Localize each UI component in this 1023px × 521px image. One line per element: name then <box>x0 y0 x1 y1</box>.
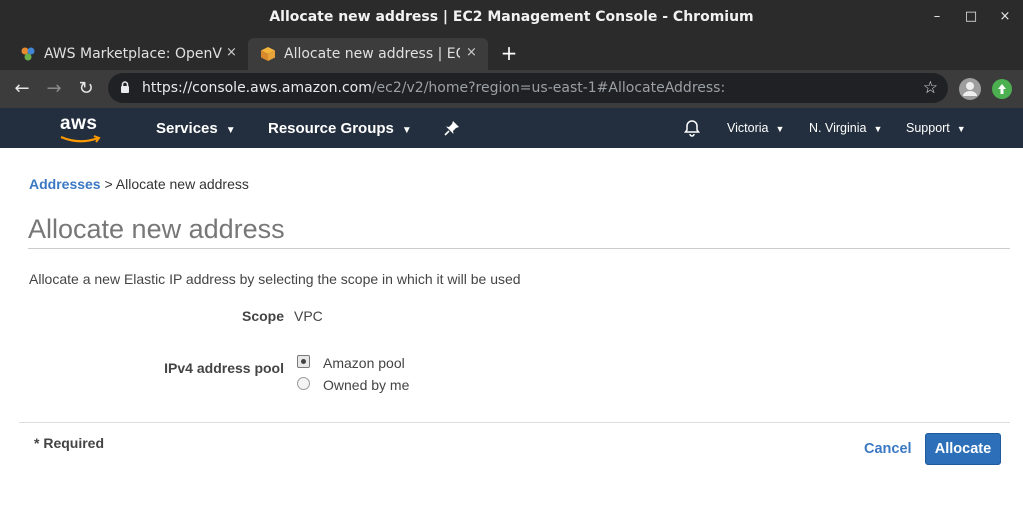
update-available-icon[interactable] <box>992 79 1012 99</box>
aws-logo-text: aws <box>60 113 98 134</box>
breadcrumb: Addresses > Allocate new address <box>29 176 249 192</box>
amazon-pool-radio[interactable] <box>297 355 310 368</box>
back-icon[interactable]: ← <box>10 77 34 101</box>
aws-nav-bar: aws Services ▼ Resource Groups ▼ Victoria ▼… <box>0 108 1023 148</box>
bookmark-star-icon[interactable]: ☆ <box>923 78 938 98</box>
window-title: Allocate new address | EC2 Management Co… <box>269 9 754 25</box>
maximize-icon[interactable]: □ <box>960 6 982 28</box>
chevron-down-icon: ▼ <box>873 124 883 134</box>
url-text: https://console.aws.amazon.com/ec2/v2/ho… <box>142 80 725 96</box>
window-titlebar: Allocate new address | EC2 Management Co… <box>0 0 1023 35</box>
tab-aws-marketplace[interactable]: AWS Marketplace: OpenV × <box>8 38 246 70</box>
user-label: Victoria <box>727 121 769 135</box>
region-label: N. Virginia <box>809 121 867 135</box>
services-menu[interactable]: Services ▼ <box>156 120 236 137</box>
required-note: * Required <box>34 435 105 451</box>
browser-toolbar: ← → ↻ https://console.aws.amazon.com/ec2… <box>0 70 1023 108</box>
allocate-button[interactable]: Allocate <box>925 433 1001 465</box>
user-menu[interactable]: Victoria ▼ <box>727 121 784 135</box>
chevron-down-icon: ▼ <box>225 125 236 136</box>
reload-icon[interactable]: ↻ <box>74 77 98 101</box>
ipv4-pool-label: IPv4 address pool <box>164 360 284 376</box>
aws-logo[interactable]: aws <box>60 113 101 143</box>
breadcrumb-current: Allocate new address <box>115 176 249 192</box>
breadcrumb-separator: > <box>104 176 113 192</box>
scope-label: Scope <box>241 308 284 324</box>
chevron-down-icon: ▼ <box>401 125 412 136</box>
owned-by-me-label[interactable]: Owned by me <box>323 377 409 393</box>
aws-smile-icon <box>60 135 101 143</box>
tab-label: Allocate new address | EC <box>284 46 460 62</box>
chevron-down-icon: ▼ <box>956 124 966 134</box>
breadcrumb-link-addresses[interactable]: Addresses <box>29 176 101 192</box>
resource-groups-menu[interactable]: Resource Groups ▼ <box>268 120 412 137</box>
url-host: https://console.aws.amazon.com <box>142 80 372 96</box>
region-menu[interactable]: N. Virginia ▼ <box>809 121 882 135</box>
pin-icon[interactable] <box>444 120 460 141</box>
new-tab-button[interactable]: + <box>498 42 520 64</box>
lock-icon <box>121 81 129 93</box>
owned-by-me-radio[interactable] <box>297 377 310 390</box>
support-menu[interactable]: Support ▼ <box>906 121 966 135</box>
page-description: Allocate a new Elastic IP address by sel… <box>29 271 521 287</box>
tab-label: AWS Marketplace: OpenV <box>44 46 222 62</box>
forward-icon[interactable]: → <box>42 77 66 101</box>
footer-divider <box>19 422 1010 423</box>
aws-box-icon <box>261 47 275 61</box>
close-window-icon[interactable]: × <box>994 6 1016 28</box>
cancel-button[interactable]: Cancel <box>864 441 912 457</box>
profile-avatar-icon[interactable] <box>959 78 981 100</box>
address-bar[interactable]: https://console.aws.amazon.com/ec2/v2/ho… <box>108 73 948 103</box>
amazon-pool-label[interactable]: Amazon pool <box>323 355 405 371</box>
page-title: Allocate new address <box>28 214 285 244</box>
scope-value: VPC <box>294 308 323 324</box>
support-label: Support <box>906 121 950 135</box>
tab-allocate-new-address[interactable]: Allocate new address | EC × <box>248 38 488 70</box>
url-path: /ec2/v2/home?region=us-east-1#AllocateAd… <box>371 80 726 96</box>
tab-close-icon[interactable]: × <box>466 45 477 60</box>
services-label: Services <box>156 120 218 137</box>
title-divider <box>28 248 1010 249</box>
resource-groups-label: Resource Groups <box>268 120 394 137</box>
aws-marketplace-icon <box>21 47 35 61</box>
minimize-icon[interactable]: – <box>926 6 948 28</box>
tab-close-icon[interactable]: × <box>226 45 237 60</box>
chevron-down-icon: ▼ <box>775 124 785 134</box>
notifications-bell-icon[interactable] <box>683 119 701 142</box>
